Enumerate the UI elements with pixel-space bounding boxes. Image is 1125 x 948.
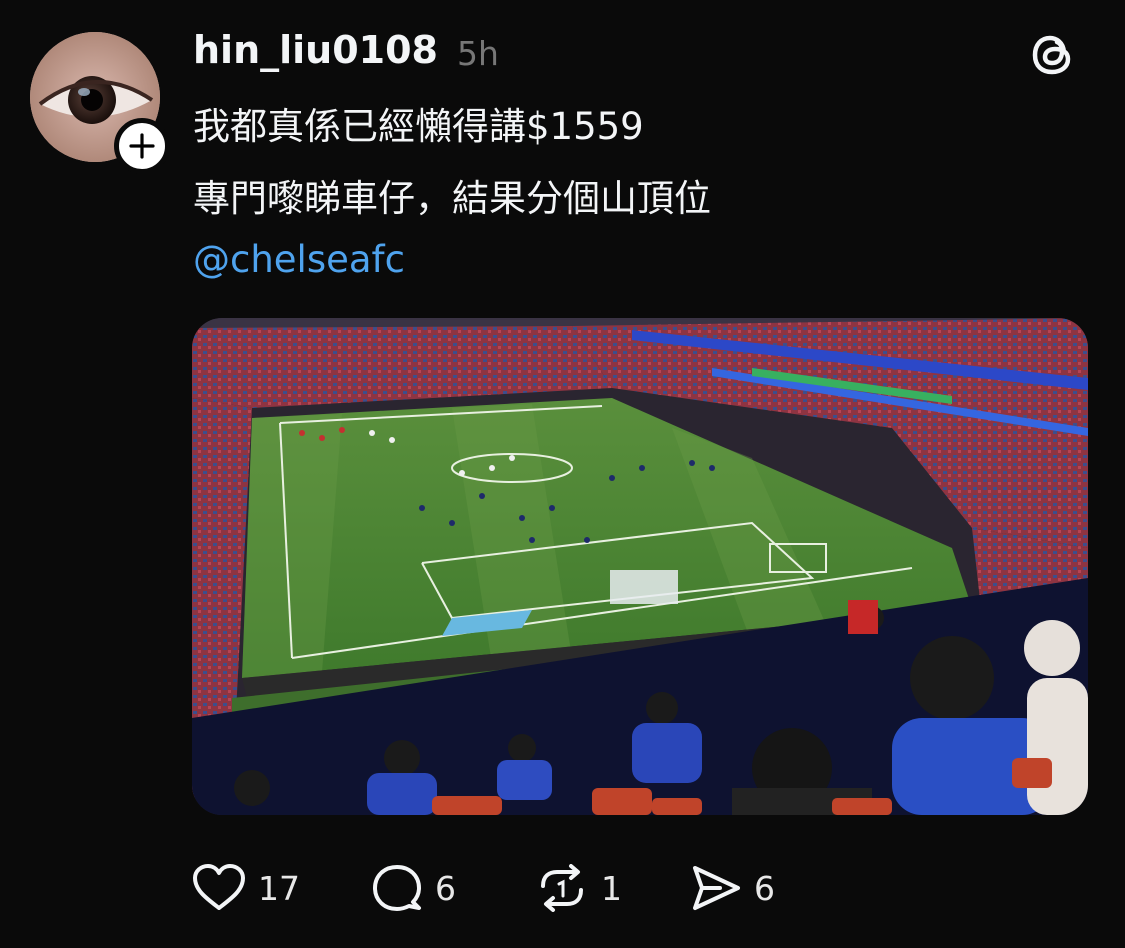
comment-icon bbox=[373, 865, 421, 911]
comment-count: 6 bbox=[435, 868, 456, 908]
comment-button[interactable]: 6 bbox=[371, 865, 456, 911]
like-count: 17 bbox=[258, 868, 300, 908]
post-text-line-2: 專門嚟睇車仔，結果分個山頂位 bbox=[193, 177, 711, 220]
plus-icon bbox=[129, 133, 155, 159]
heart-icon bbox=[193, 864, 245, 910]
follow-button[interactable] bbox=[114, 118, 170, 174]
stadium-photo bbox=[192, 318, 1088, 815]
post-image-stadium[interactable] bbox=[192, 318, 1088, 815]
mention-link[interactable]: @chelseafc bbox=[193, 238, 405, 281]
repost-icon bbox=[541, 864, 583, 912]
threads-logo-icon[interactable] bbox=[1028, 30, 1078, 80]
share-count: 6 bbox=[754, 868, 775, 908]
post-text-line-1: 我都真係已經懶得講$1559 bbox=[193, 105, 644, 148]
like-button[interactable]: 17 bbox=[192, 864, 300, 910]
repost-count: 1 bbox=[601, 868, 622, 908]
share-icon bbox=[693, 866, 740, 910]
share-button[interactable]: 6 bbox=[690, 866, 775, 910]
post-time: 5h bbox=[457, 34, 499, 73]
repost-button[interactable]: 1 bbox=[535, 864, 622, 912]
username[interactable]: hin_liu0108 bbox=[193, 28, 438, 72]
